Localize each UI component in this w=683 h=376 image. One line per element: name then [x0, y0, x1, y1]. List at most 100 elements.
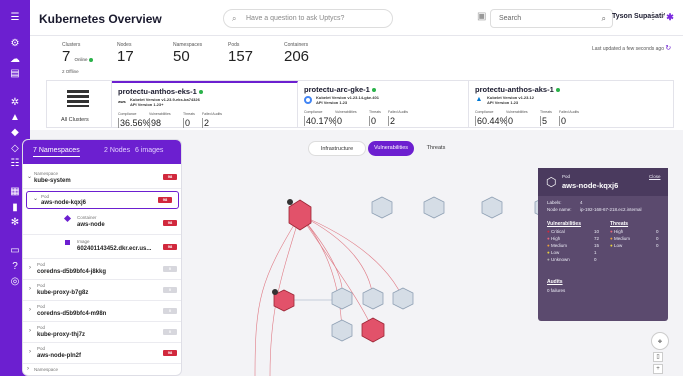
tree-row-pod[interactable]: ⌄ Pod aws-node-kqxj6 98: [26, 191, 179, 209]
vuln-label: Critical: [550, 229, 565, 234]
tree-row-image[interactable]: Image 602401143452.dkr.ecr.us... 98: [23, 235, 181, 259]
stat-pods[interactable]: Pods 157: [228, 42, 253, 66]
tab-namespaces[interactable]: 7 Namespaces: [33, 147, 80, 157]
vuln-badge: 98: [163, 174, 177, 180]
tab-nodes[interactable]: 2 Nodes: [104, 147, 130, 154]
namespace-node[interactable]: [423, 196, 445, 219]
node-key: Node name:: [547, 207, 572, 212]
labels-value[interactable]: 4: [580, 200, 583, 205]
zoom-fit-icon[interactable]: ▯: [653, 352, 663, 362]
stat-namespaces[interactable]: Namespaces 50: [173, 42, 202, 66]
tree-row-pod[interactable]: › Pod coredns-d5b9bfc4-m98n 0: [23, 301, 181, 322]
tab-infrastructure[interactable]: Infrastructure: [308, 141, 366, 156]
tree-row-namespace[interactable]: › Namespace: [23, 364, 181, 375]
tab-images[interactable]: 6 images: [135, 147, 163, 154]
gear-icon[interactable]: ✲: [8, 97, 22, 109]
namespace-node[interactable]: [481, 196, 503, 219]
image-icon: [65, 240, 70, 245]
refresh-icon[interactable]: ↻: [665, 45, 671, 52]
cluster-name-text: protectu-anthos-eks-1: [118, 87, 197, 96]
all-clusters-card[interactable]: All Clusters: [47, 81, 112, 128]
azure-logo-icon: ▲: [475, 96, 483, 103]
namespace-node-critical[interactable]: [288, 199, 312, 231]
row-name: coredns-d5b9bfc4-j8kkg: [37, 269, 107, 275]
metric-label: Threats: [183, 112, 195, 116]
grid-icon[interactable]: ▦: [8, 186, 22, 198]
uptycs-logo-icon[interactable]: ✱: [664, 11, 676, 23]
list-icon[interactable]: ☷: [8, 158, 22, 170]
online-label: Online: [74, 57, 88, 62]
settings-icon[interactable]: ⚙: [8, 38, 22, 50]
tree-row-namespace[interactable]: ⌄ Namespace kube-system 98: [23, 167, 181, 189]
vuln-value: 98: [149, 118, 162, 128]
threats-heading[interactable]: Threats: [610, 221, 628, 227]
tree-row-pod[interactable]: › Pod kube-proxy-b7g8z 0: [23, 280, 181, 301]
cluster-card[interactable]: protectu-anthos-eks-1 aws Kubelet Versio…: [112, 81, 298, 128]
cluster-name: protectu-anthos-eks-1: [118, 87, 203, 96]
chevron-right-icon[interactable]: ›: [29, 328, 31, 334]
menu-icon[interactable]: ☰: [8, 12, 22, 24]
cloud-icon[interactable]: ☁: [8, 54, 22, 66]
view-tabs: Infrastructure Vulnerabilities Threats: [308, 141, 478, 156]
tab-vulnerabilities[interactable]: Vulnerabilities: [368, 141, 414, 156]
pod-node-critical[interactable]: [361, 317, 385, 343]
tab-threats[interactable]: Threats: [416, 141, 456, 156]
stat-clusters[interactable]: Clusters 7 Online 2 Offline: [62, 42, 93, 74]
globe-icon[interactable]: ◎: [8, 276, 22, 288]
pod-node[interactable]: [362, 287, 384, 310]
chevron-down-icon[interactable]: ⌄: [33, 195, 38, 202]
stat-nodes[interactable]: Nodes 17: [117, 42, 134, 66]
cog-icon[interactable]: ✻: [8, 217, 22, 229]
cluster-name-text: protectu-arc-gke-1: [304, 85, 370, 94]
chevron-right-icon[interactable]: ›: [29, 265, 31, 271]
pod-node[interactable]: [392, 287, 414, 310]
cluster-name-text: protectu-anthos-aks-1: [475, 85, 554, 94]
pod-node[interactable]: [331, 287, 353, 310]
threat-count: 0: [656, 243, 659, 248]
threat-label: High: [613, 229, 624, 234]
tree-row-pod[interactable]: › Pod aws-node-pln2f 98: [23, 343, 181, 364]
alert-icon[interactable]: ◆: [8, 127, 22, 139]
namespace-node[interactable]: [371, 196, 393, 219]
cluster-card[interactable]: protectu-arc-gke-1 Kubelet Version v1.23…: [298, 81, 469, 128]
cluster-strip: All Clusters protectu-anthos-eks-1 aws K…: [46, 80, 674, 128]
close-button[interactable]: Close: [649, 174, 661, 179]
graph-edge: [299, 214, 374, 331]
vulnerabilities-heading[interactable]: Vulnerabilities: [547, 221, 581, 227]
stat-containers[interactable]: Containers 206: [284, 42, 309, 66]
bell-icon[interactable]: ▲: [8, 112, 22, 124]
metric-label: Threats: [369, 110, 381, 114]
chevron-right-icon[interactable]: ›: [29, 286, 31, 292]
threat-count: 0: [656, 229, 659, 234]
cluster-name: protectu-arc-gke-1: [304, 85, 376, 94]
stat-value: 206: [284, 48, 310, 65]
tree-row-container[interactable]: Container aws-node 98: [23, 211, 181, 235]
chevron-right-icon[interactable]: ›: [27, 366, 29, 372]
pod-node[interactable]: [331, 319, 353, 342]
shield-icon[interactable]: ◇: [8, 143, 22, 155]
tree-row-pod[interactable]: › Pod coredns-d5b9bfc4-j8kkg 0: [23, 259, 181, 280]
audits-heading[interactable]: Audits: [547, 279, 563, 285]
ask-uptycs-input[interactable]: ⌕ Have a question to ask Uptycs?: [223, 9, 393, 28]
briefcase-icon[interactable]: ▣: [477, 11, 486, 22]
monitor-icon[interactable]: ▭: [8, 245, 22, 257]
layers-icon[interactable]: ▤: [8, 68, 22, 80]
row-name: aws-node: [77, 222, 105, 228]
threats-value: 0: [183, 118, 191, 128]
more-icon[interactable]: ⋮: [648, 11, 658, 22]
document-icon[interactable]: ▮: [8, 202, 22, 214]
cluster-card[interactable]: protectu-anthos-aks-1 ▲ Kubelet Version …: [469, 81, 674, 128]
chevron-down-icon[interactable]: ⌄: [27, 173, 32, 180]
aws-logo-icon: aws: [118, 99, 126, 104]
zoom-in-icon[interactable]: +: [653, 364, 663, 374]
stat-value: 7: [62, 48, 71, 65]
help-icon[interactable]: ?: [8, 261, 22, 273]
search-input[interactable]: Search ⌕: [490, 9, 613, 28]
chevron-right-icon[interactable]: ›: [29, 349, 31, 355]
chevron-right-icon[interactable]: ›: [29, 307, 31, 313]
metric-label: Vulnerabilities: [506, 110, 528, 114]
row-type: Container: [77, 215, 97, 220]
tree-row-pod[interactable]: › Pod kube-proxy-thj7z 0: [23, 322, 181, 343]
pan-control-icon[interactable]: ✥: [651, 332, 669, 350]
vuln-badge: 98: [158, 197, 172, 203]
